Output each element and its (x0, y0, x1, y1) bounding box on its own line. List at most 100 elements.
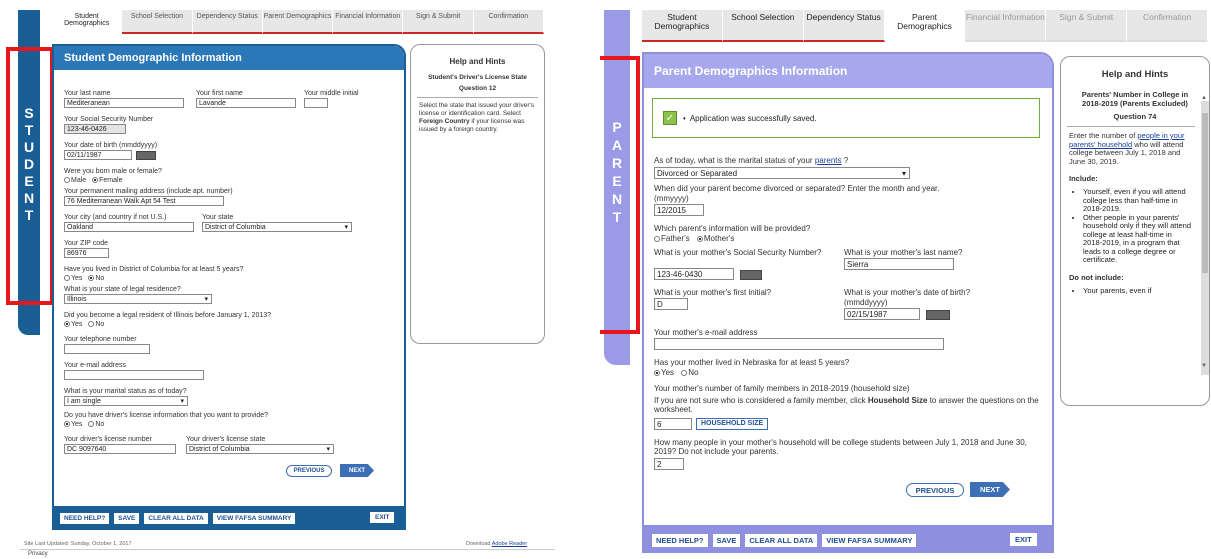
middle-initial-input[interactable] (304, 98, 328, 108)
last-name-input[interactable]: Mediteranean (64, 98, 184, 108)
yes-radio[interactable] (64, 275, 70, 282)
tab-confirmation[interactable]: Confirmation (473, 10, 544, 34)
parent-footer-bar: NEED HELP? SAVE CLEAR ALL DATA VIEW FAFS… (642, 527, 1054, 553)
tab-parent-demographics[interactable]: Parent Demographics (262, 10, 334, 34)
chevron-down-icon: ▾ (326, 446, 330, 453)
exit-button[interactable]: EXIT (370, 512, 395, 523)
ssn-question: What is your mother's Social Security Nu… (654, 248, 822, 257)
exclude-list: Your parents, even if (1083, 286, 1193, 296)
parents-link[interactable]: parents (815, 156, 842, 165)
ssn-input[interactable]: 123-46-0430 (654, 268, 734, 280)
previous-button[interactable]: PREVIOUS (286, 465, 332, 477)
initial-input[interactable]: D (654, 298, 688, 310)
divorce-date-input[interactable]: 12/2015 (654, 204, 704, 216)
father-radio[interactable] (654, 235, 660, 242)
tab-dependency-status[interactable]: Dependency Status (192, 10, 263, 34)
tab-dependency-status[interactable]: Dependency Status (803, 10, 885, 42)
no-radio[interactable] (88, 421, 95, 428)
privacy-link[interactable]: Privacy (28, 551, 48, 557)
gutter (555, 0, 600, 559)
dl-radio-group: Yes No (64, 421, 104, 428)
tab-sign-submit[interactable]: Sign & Submit (1046, 10, 1128, 42)
dob-label: Your date of birth (mmddyyyy) (64, 142, 158, 149)
phone-label: Your telephone number (64, 336, 137, 343)
highlight-box (600, 56, 640, 334)
email-input[interactable] (654, 338, 944, 350)
help-panel: Help and Hints Student's Driver's Licens… (410, 44, 545, 344)
college-count-input[interactable]: 2 (654, 458, 684, 470)
need-help-button[interactable]: NEED HELP? (60, 512, 110, 524)
resident-radio-group: Yes No (64, 321, 104, 328)
phone-input[interactable] (64, 344, 150, 354)
legal-res-value: Illinois (67, 295, 87, 303)
dob-input[interactable]: 02/11/1987 (64, 150, 132, 160)
yes-radio[interactable] (654, 369, 660, 376)
no-radio[interactable] (88, 275, 95, 282)
no-label: No (95, 421, 105, 428)
female-radio[interactable] (92, 177, 99, 184)
first-name-label: Your first name (196, 90, 243, 97)
ssn-button[interactable] (740, 270, 762, 280)
save-button[interactable]: SAVE (712, 533, 741, 547)
exit-button[interactable]: EXIT (1010, 533, 1037, 546)
need-help-button[interactable]: NEED HELP? (652, 533, 708, 547)
zip-input[interactable]: 86976 (64, 248, 109, 258)
address-input[interactable]: 76 Mediterranean Walk Apt 54 Test (64, 196, 224, 206)
family-size-input[interactable]: 6 (654, 418, 692, 430)
state-select[interactable]: District of Columbia ▾ (202, 222, 352, 232)
tab-student-demographics[interactable]: Student Demographics (52, 10, 123, 34)
previous-button[interactable]: PREVIOUS (906, 483, 964, 497)
city-input[interactable]: Oakland (64, 222, 194, 232)
tab-school-selection[interactable]: School Selection (122, 10, 193, 34)
mother-dob-input[interactable]: 02/15/1987 (844, 308, 920, 320)
email-input[interactable] (64, 370, 204, 380)
state-value: District of Columbia (205, 223, 266, 231)
dl-question-label: Do you have driver's license information… (64, 412, 269, 419)
last-name-input[interactable]: Sierra (844, 258, 954, 270)
list-item: Other people in your parents' household … (1083, 213, 1193, 265)
adobe-reader-link[interactable]: Adobe Reader (492, 541, 527, 547)
mother-radio[interactable] (696, 235, 703, 242)
yes-radio[interactable] (64, 421, 70, 428)
tab-student-demographics[interactable]: Student Demographics (642, 10, 723, 42)
clear-all-data-button[interactable]: CLEAR ALL DATA (745, 533, 818, 547)
calendar-icon[interactable] (136, 151, 156, 160)
calendar-icon[interactable] (926, 310, 950, 320)
scroll-up-icon[interactable]: ▲ (1201, 95, 1207, 101)
no-radio[interactable] (681, 369, 688, 376)
marital-q-end: ? (843, 156, 849, 165)
marital-select[interactable]: I am single ▾ (64, 396, 188, 406)
view-fafsa-summary-button[interactable]: VIEW FAFSA SUMMARY (822, 533, 917, 547)
next-button[interactable]: NEXT (970, 482, 1010, 497)
dl-state-select[interactable]: District of Columbia ▾ (186, 444, 334, 454)
legal-res-select[interactable]: Illinois ▾ (64, 294, 212, 304)
yes-radio[interactable] (64, 321, 70, 328)
marital-select[interactable]: Divorced or Separated ▾ (654, 167, 910, 179)
no-radio[interactable] (88, 321, 95, 328)
tab-school-selection[interactable]: School Selection (722, 10, 804, 42)
tab-financial-information[interactable]: Financial Information (333, 10, 404, 34)
dl-number-input[interactable]: DC 9097640 (64, 444, 176, 454)
scrollbar-thumb[interactable] (1202, 113, 1208, 273)
tab-parent-demographics[interactable]: Parent Demographics (884, 10, 966, 42)
first-name-input[interactable]: Lavande (196, 98, 296, 108)
scroll-down-icon[interactable]: ▼ (1201, 363, 1207, 369)
tab-sign-submit[interactable]: Sign & Submit (403, 10, 474, 34)
student-form-panel: Student Demographic Information Your las… (52, 44, 406, 530)
clear-all-data-button[interactable]: CLEAR ALL DATA (144, 512, 208, 524)
marital-question: As of today, what is the marital status … (654, 156, 848, 165)
tab-financial-information[interactable]: Financial Information (965, 10, 1047, 42)
household-size-button[interactable]: HOUSEHOLD SIZE (696, 418, 769, 430)
marital-q-text: As of today, what is the marital status … (654, 156, 813, 165)
male-radio[interactable] (64, 177, 70, 184)
save-button[interactable]: SAVE (114, 512, 140, 524)
help-body-bold: Foreign Country (419, 118, 470, 125)
tab-confirmation[interactable]: Confirmation (1127, 10, 1209, 42)
next-button[interactable]: NEXT (340, 464, 374, 477)
sex-label: Were you born male or female? (64, 168, 162, 175)
view-fafsa-summary-button[interactable]: VIEW FAFSA SUMMARY (212, 512, 296, 524)
family-help-text: If you are not sure who is considered a … (654, 396, 1044, 414)
help-title: Help and Hints (449, 57, 506, 66)
student-screenshot: Student Demographics School Selection De… (0, 0, 555, 559)
no-label: No (95, 321, 105, 328)
